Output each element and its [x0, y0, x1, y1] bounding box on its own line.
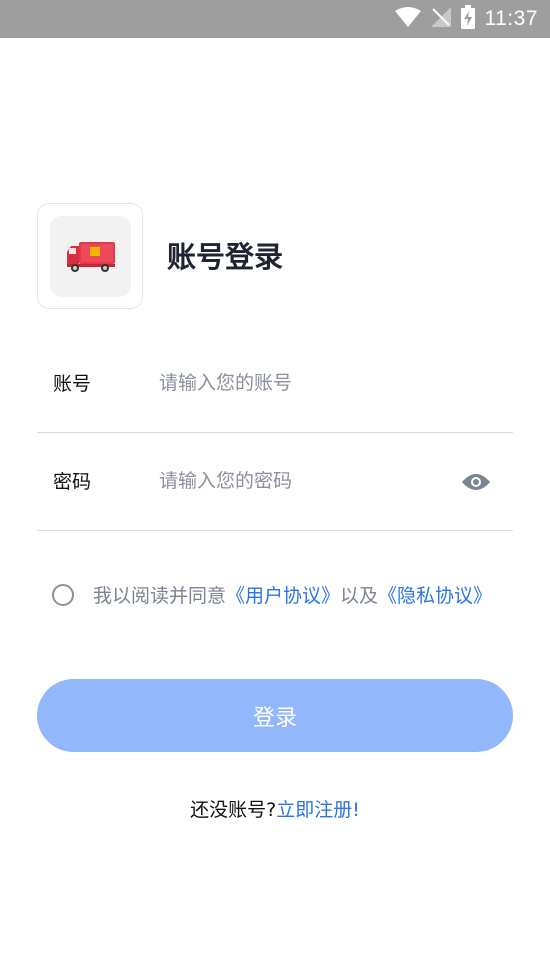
privacy-agreement-link[interactable]: 《隐私协议》 [378, 585, 492, 607]
password-input[interactable] [159, 463, 439, 499]
user-agreement-link[interactable]: 《用户协议》 [226, 585, 340, 607]
account-row: 账号 [37, 335, 513, 433]
register-link[interactable]: 立即注册! [276, 799, 360, 821]
status-bar: 11:37 [0, 0, 550, 38]
register-prompt-text: 还没账号? [190, 799, 277, 821]
agreement-checkbox[interactable] [52, 584, 74, 606]
no-signal-icon [430, 7, 451, 31]
account-input[interactable] [159, 365, 439, 401]
agreement-prefix: 我以阅读并同意 [93, 585, 227, 607]
agreement-middle: 以及 [340, 585, 379, 607]
logo-background [50, 216, 131, 297]
password-label: 密码 [53, 471, 92, 493]
register-prompt: 还没账号?立即注册! [0, 795, 550, 822]
password-row: 密码 [37, 433, 513, 531]
battery-charging-icon [460, 5, 475, 33]
agreement-text: 我以阅读并同意《用户协议》以及《隐私协议》 [93, 580, 503, 612]
login-button[interactable]: 登录 [37, 679, 513, 752]
wifi-icon [394, 7, 421, 31]
app-logo [37, 203, 143, 309]
account-label: 账号 [53, 373, 92, 395]
delivery-truck-icon [67, 242, 115, 272]
page-title: 账号登录 [167, 240, 284, 274]
show-password-eye-icon[interactable] [461, 471, 491, 493]
status-time: 11:37 [484, 7, 538, 30]
